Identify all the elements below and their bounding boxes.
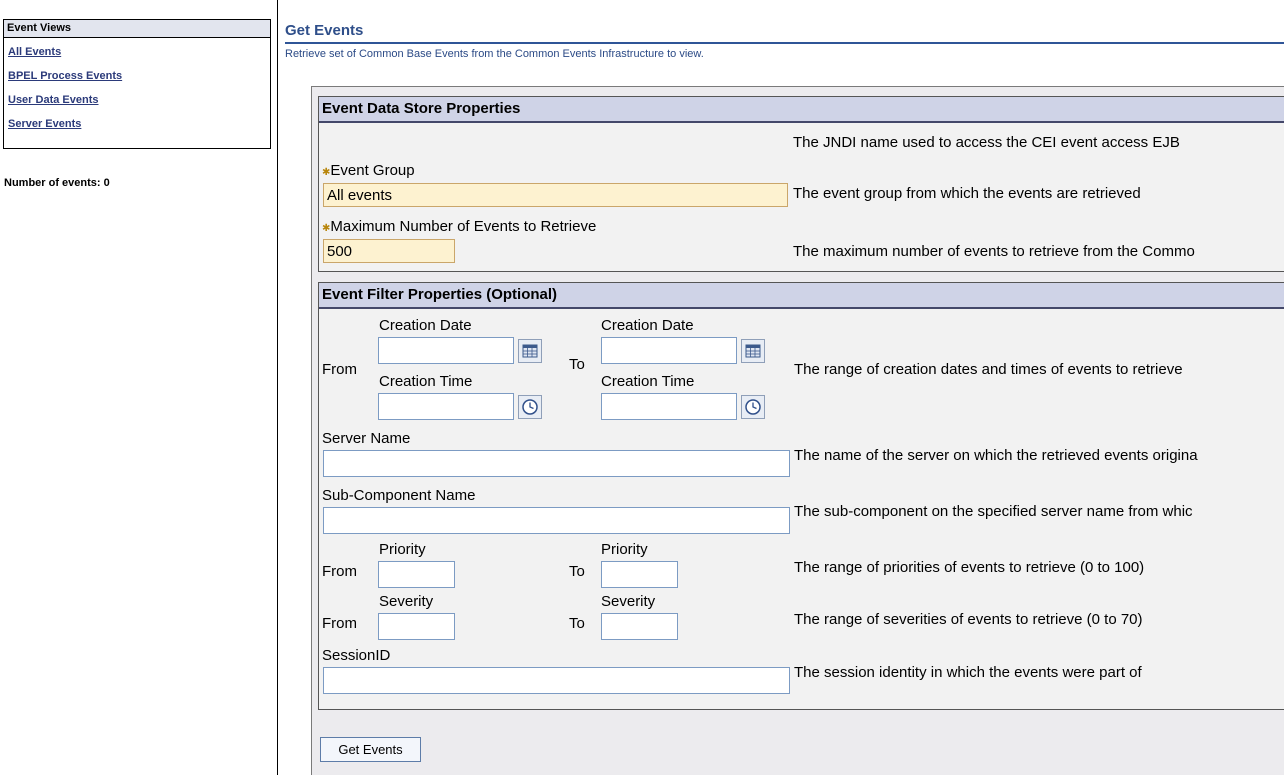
sidebar-item-user-data-events[interactable]: User Data Events [8,92,270,116]
severity-from-input[interactable] [378,613,455,640]
severity-from-field-label: Severity [379,593,434,610]
creation-range-description: The range of creation dates and times of… [794,361,1183,378]
jndi-description: The JNDI name used to access the CEI eve… [793,134,1180,151]
creation-to-label: To [569,356,585,373]
priority-description: The range of priorities of events to ret… [794,559,1145,576]
priority-to-label: To [569,563,585,580]
server-name-label: Server Name [322,430,411,447]
clock-icon[interactable] [741,395,765,419]
events-count-label: Number of events: 0 [4,177,110,189]
title-divider [285,42,1284,44]
page-title: Get Events [285,22,364,39]
calendar-icon[interactable] [741,339,765,363]
event-filter-section: Event Filter Properties (Optional) From … [318,282,1284,710]
creation-date-to-label: Creation Date [601,317,694,334]
severity-description: The range of severities of events to ret… [794,611,1143,628]
creation-time-to-label: Creation Time [601,373,695,390]
sidebar-item-server-events[interactable]: Server Events [8,116,270,140]
severity-from-label: From [322,615,357,632]
priority-to-field-label: Priority [601,541,648,558]
severity-to-field-label: Severity [601,593,656,610]
clock-icon[interactable] [518,395,542,419]
session-id-label: SessionID [322,647,391,664]
severity-to-input[interactable] [601,613,678,640]
server-name-input[interactable] [323,450,790,477]
event-group-description: The event group from which the events ar… [793,185,1141,202]
priority-to-input[interactable] [601,561,678,588]
form-area: Event Data Store Properties The JNDI nam… [311,86,1284,775]
event-data-store-section: Event Data Store Properties The JNDI nam… [318,96,1284,272]
max-events-label: Maximum Number of Events to Retrieve [330,218,597,235]
event-group-label: Event Group [330,162,415,179]
sub-component-description: The sub-component on the specified serve… [794,503,1193,520]
creation-date-from-label: Creation Date [379,317,472,334]
priority-from-input[interactable] [378,561,455,588]
sub-component-label: Sub-Component Name [322,487,476,504]
max-events-input[interactable] [323,239,455,263]
event-group-input[interactable] [323,183,788,207]
section-header-filter: Event Filter Properties (Optional) [319,283,1284,309]
creation-time-from-label: Creation Time [379,373,473,390]
creation-from-label: From [322,361,357,378]
page-description: Retrieve set of Common Base Events from … [285,48,704,60]
section-header-data-store: Event Data Store Properties [319,97,1284,123]
event-views-title: Event Views [4,20,270,38]
event-views-box: Event Views All Events BPEL Process Even… [3,19,271,149]
max-events-description: The maximum number of events to retrieve… [793,243,1195,260]
max-events-label-row: ✱Maximum Number of Events to Retrieve [322,218,596,235]
creation-time-to-input[interactable] [601,393,737,420]
calendar-icon[interactable] [518,339,542,363]
creation-date-from-input[interactable] [378,337,514,364]
priority-from-field-label: Priority [379,541,426,558]
severity-to-label: To [569,615,585,632]
get-events-button[interactable]: Get Events [320,737,421,762]
event-group-label-row: ✱Event Group [322,162,415,179]
server-name-description: The name of the server on which the retr… [794,447,1198,464]
sub-component-input[interactable] [323,507,790,534]
sidebar-item-all-events[interactable]: All Events [8,44,270,68]
sidebar-item-bpel-process-events[interactable]: BPEL Process Events [8,68,270,92]
creation-time-from-input[interactable] [378,393,514,420]
priority-from-label: From [322,563,357,580]
creation-date-to-input[interactable] [601,337,737,364]
session-id-input[interactable] [323,667,790,694]
left-panel: Event Views All Events BPEL Process Even… [0,0,278,775]
session-id-description: The session identity in which the events… [794,664,1142,681]
